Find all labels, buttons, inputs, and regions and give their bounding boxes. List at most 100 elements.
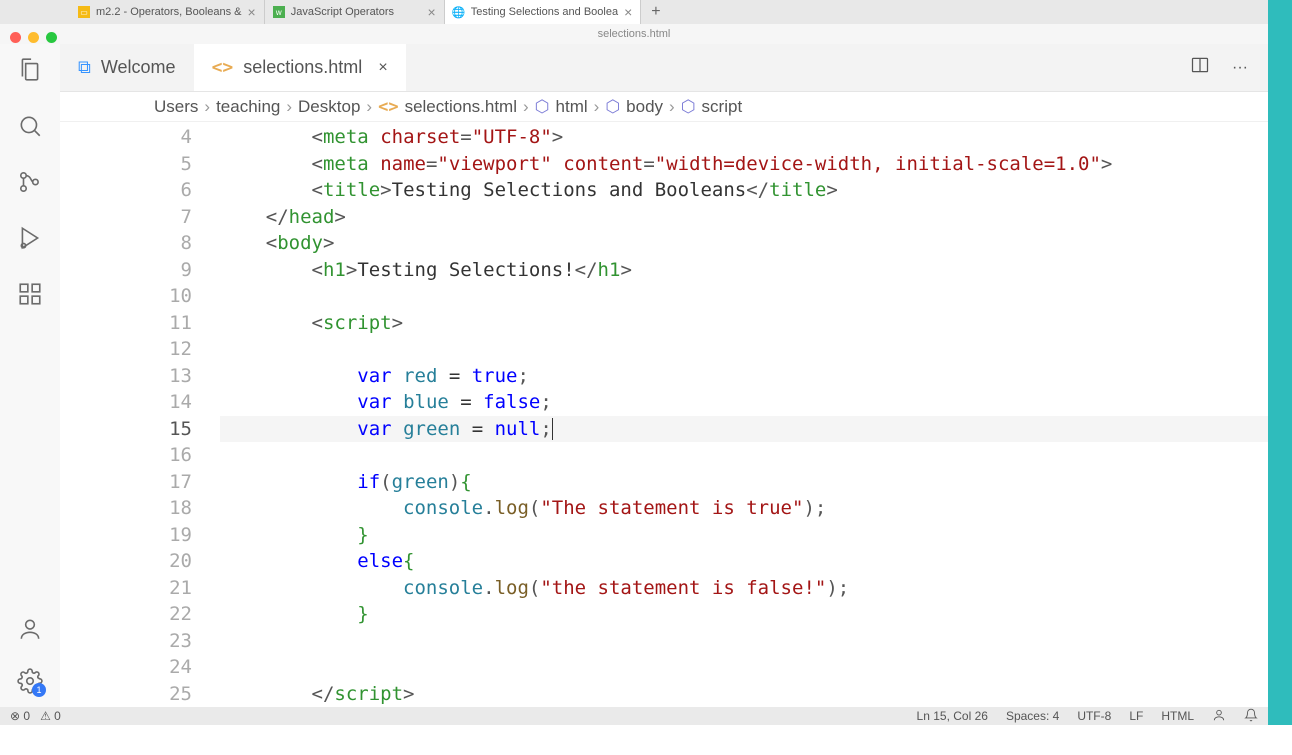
code-line[interactable]: </script> (220, 681, 1268, 708)
breadcrumb-file[interactable]: selections.html (405, 97, 517, 117)
line-number: 20 (60, 548, 192, 575)
code-line[interactable]: var blue = false; (220, 389, 1268, 416)
editor-tab[interactable]: <>selections.html× (194, 44, 406, 91)
code-line[interactable]: if(green){ (220, 469, 1268, 496)
side-strip (1268, 0, 1292, 725)
editor-tab-label: Welcome (101, 57, 176, 78)
line-number: 8 (60, 230, 192, 257)
search-icon[interactable] (16, 112, 44, 140)
close-icon[interactable]: × (618, 4, 632, 20)
editor-tab[interactable]: ⧉ Welcome (60, 44, 194, 91)
code-line[interactable]: <body> (220, 230, 1268, 257)
extensions-icon[interactable] (16, 280, 44, 308)
browser-tab[interactable]: wJavaScript Operators× (265, 0, 445, 24)
text-cursor (552, 418, 553, 440)
code-area[interactable]: <meta charset="UTF-8"> <meta name="viewp… (220, 122, 1268, 707)
w3-icon: w (273, 6, 285, 18)
vscode-icon: ⧉ (78, 57, 91, 78)
code-line[interactable]: </head> (220, 204, 1268, 231)
code-line[interactable]: <script> (220, 310, 1268, 337)
traffic-lights[interactable] (10, 32, 57, 43)
language-mode[interactable]: HTML (1161, 709, 1194, 723)
window-title: selections.html (598, 28, 671, 40)
errors-count[interactable]: ⊗ 0 (10, 709, 30, 723)
code-line[interactable]: } (220, 522, 1268, 549)
browser-tab[interactable]: 🌐Testing Selections and Boolea× (445, 0, 642, 24)
feedback-icon[interactable] (1212, 708, 1226, 725)
line-number: 13 (60, 363, 192, 390)
breadcrumb-symbol[interactable]: html (556, 97, 588, 117)
code-line[interactable]: <title>Testing Selections and Booleans</… (220, 177, 1268, 204)
code-line[interactable] (220, 283, 1268, 310)
slides-icon: ▭ (78, 6, 90, 18)
chevron-right-icon: › (204, 97, 210, 117)
code-line[interactable]: <h1>Testing Selections!</h1> (220, 257, 1268, 284)
browser-tab[interactable]: ▭ m2.2 - Operators, Booleans &× (70, 0, 265, 24)
breadcrumb-segment[interactable]: Desktop (298, 97, 360, 117)
code-line[interactable] (220, 442, 1268, 469)
browser-tab-label: Testing Selections and Boolea (471, 6, 618, 18)
chevron-right-icon: › (523, 97, 529, 117)
split-editor-icon[interactable] (1190, 55, 1210, 80)
line-number: 11 (60, 310, 192, 337)
run-debug-icon[interactable] (16, 224, 44, 252)
encoding[interactable]: UTF-8 (1077, 709, 1111, 723)
minimize-window-icon[interactable] (28, 32, 39, 43)
line-number: 6 (60, 177, 192, 204)
close-icon[interactable]: × (378, 59, 387, 77)
code-line[interactable]: console.log("the statement is false!"); (220, 575, 1268, 602)
code-line[interactable] (220, 336, 1268, 363)
chevron-right-icon: › (286, 97, 292, 117)
code-line[interactable]: var red = true; (220, 363, 1268, 390)
line-number: 10 (60, 283, 192, 310)
breadcrumb-symbol[interactable]: script (702, 97, 743, 117)
code-line[interactable]: var green = null; (220, 416, 1268, 443)
close-icon[interactable]: × (242, 4, 256, 20)
line-number: 24 (60, 654, 192, 681)
line-number: 22 (60, 601, 192, 628)
code-line[interactable]: <meta name="viewport" content="width=dev… (220, 151, 1268, 178)
explorer-icon[interactable] (16, 56, 44, 84)
line-number: 21 (60, 575, 192, 602)
line-gutter: 45678910111213141516171819202122232425 (60, 122, 220, 707)
indent-spaces[interactable]: Spaces: 4 (1006, 709, 1059, 723)
status-bar: ⊗ 0 ⚠ 0 Ln 15, Col 26 Spaces: 4 UTF-8 LF… (0, 707, 1268, 725)
notifications-icon[interactable] (1244, 708, 1258, 725)
breadcrumb-segment[interactable]: Users (154, 97, 198, 117)
close-icon[interactable]: × (422, 4, 436, 20)
code-editor[interactable]: 45678910111213141516171819202122232425 <… (60, 122, 1268, 707)
settings-badge: 1 (32, 683, 46, 697)
window-title-bar: selections.html (0, 24, 1268, 44)
html-file-icon: <> (378, 97, 398, 117)
close-window-icon[interactable] (10, 32, 21, 43)
line-number: 17 (60, 469, 192, 496)
code-line[interactable] (220, 654, 1268, 681)
line-number: 5 (60, 151, 192, 178)
settings-gear-icon[interactable]: 1 (16, 667, 44, 695)
eol[interactable]: LF (1129, 709, 1143, 723)
line-number: 4 (60, 124, 192, 151)
code-line[interactable]: else{ (220, 548, 1268, 575)
code-line[interactable]: console.log("The statement is true"); (220, 495, 1268, 522)
more-actions-icon[interactable]: ··· (1232, 59, 1248, 77)
line-number: 19 (60, 522, 192, 549)
source-control-icon[interactable] (16, 168, 44, 196)
breadcrumb[interactable]: Users › teaching › Desktop › <> selections.htm… (60, 92, 1268, 122)
new-tab-button[interactable]: + (641, 3, 670, 21)
chevron-right-icon: › (366, 97, 372, 117)
symbol-icon: ⬡ (535, 97, 550, 117)
line-number: 14 (60, 389, 192, 416)
code-line[interactable] (220, 628, 1268, 655)
cursor-position[interactable]: Ln 15, Col 26 (917, 709, 988, 723)
code-line[interactable]: } (220, 601, 1268, 628)
maximize-window-icon[interactable] (46, 32, 57, 43)
code-line[interactable]: <meta charset="UTF-8"> (220, 124, 1268, 151)
accounts-icon[interactable] (16, 615, 44, 643)
line-number: 7 (60, 204, 192, 231)
breadcrumb-segment[interactable]: teaching (216, 97, 280, 117)
warnings-count[interactable]: ⚠ 0 (40, 709, 61, 723)
browser-tab-label: m2.2 - Operators, Booleans & (96, 6, 242, 18)
html-file-icon: <> (212, 57, 234, 78)
breadcrumb-symbol[interactable]: body (626, 97, 663, 117)
line-number: 12 (60, 336, 192, 363)
